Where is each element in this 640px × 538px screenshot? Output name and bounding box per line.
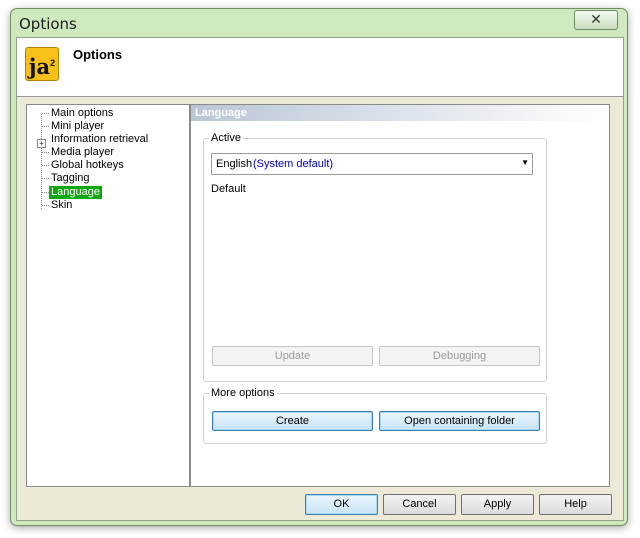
language-select-note: (System default) [253, 158, 334, 170]
create-button[interactable]: Create [212, 411, 373, 431]
dropdown-arrow-icon: ▼ [521, 158, 529, 167]
logo-text: ja [28, 54, 51, 79]
tree-item-global-hotkeys[interactable]: Global hotkeys [49, 159, 126, 172]
active-group: Active English (System default) ▼ Defaul… [203, 132, 547, 382]
language-info-text: Default [211, 183, 246, 195]
tree-item-mini-player[interactable]: Mini player [49, 120, 106, 133]
dialog-header: ja2 Options [17, 38, 623, 97]
logo-superscript: 2 [50, 58, 56, 68]
language-panel: Language Active English (System default)… [190, 104, 610, 487]
ok-button[interactable]: OK [305, 494, 378, 515]
options-tree[interactable]: + Main options Mini player Information r… [26, 104, 190, 487]
dialog-client: ja2 Options + Main options Mini player I… [16, 37, 624, 521]
tree-connector [42, 113, 49, 114]
section-title: Language [191, 105, 609, 121]
tree-connector [41, 114, 42, 209]
language-select-value: English [216, 158, 253, 170]
tree-connector [42, 152, 49, 153]
expand-plus-icon[interactable]: + [37, 139, 46, 148]
more-options-label: More options [209, 387, 277, 399]
tree-item-tagging[interactable]: Tagging [49, 172, 92, 185]
apply-button[interactable]: Apply [461, 494, 534, 515]
options-window: Options ✕ ja2 Options + Main options Min… [10, 8, 628, 526]
language-select[interactable]: English (System default) ▼ [211, 153, 533, 175]
more-options-group: More options Create Open containing fold… [203, 387, 547, 444]
tree-connector [42, 165, 49, 166]
update-button[interactable]: Update [212, 346, 373, 366]
close-button[interactable]: ✕ [574, 10, 618, 30]
help-button[interactable]: Help [539, 494, 612, 515]
tree-connector [42, 178, 49, 179]
tree-connector [42, 205, 49, 206]
tree-item-skin[interactable]: Skin [49, 199, 74, 212]
tree-connector [42, 192, 49, 193]
tree-connector [42, 126, 49, 127]
tree-item-language[interactable]: Language [49, 186, 102, 199]
close-icon: ✕ [590, 11, 602, 27]
app-logo-icon: ja2 [25, 47, 59, 81]
window-title: Options [19, 15, 77, 33]
tree-item-information-retrieval[interactable]: Information retrieval [49, 133, 150, 146]
cancel-button[interactable]: Cancel [383, 494, 456, 515]
debugging-button[interactable]: Debugging [379, 346, 540, 366]
tree-item-main-options[interactable]: Main options [49, 107, 115, 120]
active-group-label: Active [209, 132, 243, 144]
title-bar[interactable]: Options ✕ [11, 9, 627, 35]
header-title: Options [73, 47, 123, 62]
open-containing-folder-button[interactable]: Open containing folder [379, 411, 540, 431]
tree-item-media-player[interactable]: Media player [49, 146, 116, 159]
